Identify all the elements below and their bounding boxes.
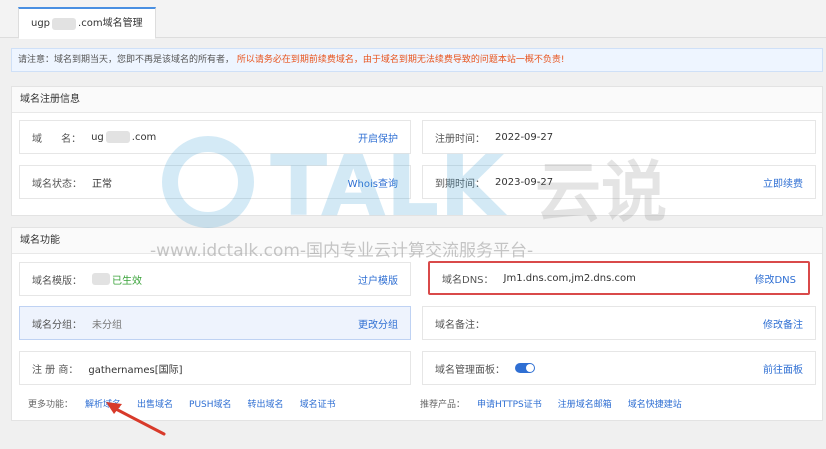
reg-time-label: 注册时间： (435, 133, 485, 145)
domain-status-value: 正常 (92, 178, 112, 190)
domain-name-label: 域 名： (32, 133, 82, 145)
resolve-domain-link[interactable]: 解析域名 (85, 397, 121, 410)
redacted-text (52, 17, 77, 30)
quick-site-link[interactable]: 域名快捷建站 (628, 397, 682, 410)
expiry-notice: 请注意：域名到期当天，您即不再是该域名的所有者， 所以请务必在到期前续费域名，由… (11, 48, 823, 72)
change-group-link[interactable]: 更改分组 (358, 316, 398, 331)
expire-time-row: 到期时间： 2023-09-27 立即续费 (422, 165, 816, 199)
domain-status-row: 域名状态： 正常 Whois查询 (19, 165, 411, 199)
go-to-panel-link[interactable]: 前往面板 (763, 361, 803, 376)
tab-label-suffix: .com域名管理 (78, 17, 143, 29)
domain-status-label: 域名状态： (32, 178, 82, 190)
redacted-text (92, 273, 110, 285)
renew-now-link[interactable]: 立即续费 (763, 175, 803, 190)
registration-title: 域名注册信息 (12, 87, 822, 113)
dns-value: Jm1.dns.com,jm2.dns.com (503, 272, 636, 284)
whois-link[interactable]: Whois查询 (348, 175, 398, 190)
group-value: 未分组 (92, 319, 122, 331)
domain-mailbox-link[interactable]: 注册域名邮箱 (558, 397, 612, 410)
recommended-products: 推荐产品： 申请HTTPS证书 注册域名邮箱 域名快捷建站 (420, 397, 698, 410)
enable-protection-link[interactable]: 开启保护 (358, 130, 398, 145)
https-cert-link[interactable]: 申请HTTPS证书 (477, 397, 542, 410)
more-functions-label: 更多功能： (28, 400, 74, 410)
registrar-value: gathernames[国际] (88, 364, 183, 376)
tab-bar: ugp .com域名管理 (0, 0, 826, 39)
transfer-out-link[interactable]: 转出域名 (248, 397, 284, 410)
notice-warning: 所以请务必在到期前续费域名，由于域名到期无法续费导致的问题本站一概不负责! (236, 55, 565, 65)
functions-title: 域名功能 (12, 228, 822, 254)
domain-certificate-link[interactable]: 域名证书 (300, 397, 336, 410)
group-label: 域名分组： (32, 319, 82, 331)
domain-name-value: ug .com (91, 131, 156, 143)
template-row: 域名模版： 已生效 过户模版 (19, 262, 411, 296)
panel-row: 域名管理面板： 前往面板 (422, 351, 816, 385)
domain-name-row: 域 名： ug .com 开启保护 (19, 120, 411, 154)
template-value: 已生效 (92, 272, 142, 287)
registrar-label: 注 册 商： (32, 364, 79, 376)
push-domain-link[interactable]: PUSH域名 (189, 397, 232, 410)
reg-time-value: 2022-09-27 (495, 131, 554, 143)
redacted-text (105, 131, 130, 143)
registrar-row: 注 册 商： gathernames[国际] (19, 351, 411, 385)
transfer-template-link[interactable]: 过户模版 (358, 272, 398, 287)
template-status: 已生效 (112, 275, 142, 287)
modify-remark-link[interactable]: 修改备注 (763, 316, 803, 331)
notice-text: 请注意：域名到期当天，您即不再是该域名的所有者， (18, 55, 235, 65)
reg-time-row: 注册时间： 2022-09-27 (422, 120, 816, 154)
more-functions: 更多功能： 解析域名 出售域名 PUSH域名 转出域名 域名证书 (28, 397, 352, 410)
panel-label: 域名管理面板： (435, 364, 505, 376)
group-row: 域名分组： 未分组 更改分组 (19, 306, 411, 340)
domain-prefix: ug (91, 131, 104, 143)
expire-time-value: 2023-09-27 (495, 176, 554, 188)
modify-dns-link[interactable]: 修改DNS (754, 271, 796, 286)
dns-label: 域名DNS： (442, 274, 494, 286)
domain-suffix: .com (131, 131, 157, 143)
recommended-label: 推荐产品： (420, 400, 466, 410)
remark-label: 域名备注： (435, 319, 485, 331)
template-label: 域名模版： (32, 275, 82, 287)
tab-domain-management[interactable]: ugp .com域名管理 (18, 7, 156, 39)
sell-domain-link[interactable]: 出售域名 (137, 397, 173, 410)
tab-label-prefix: ugp (31, 17, 51, 29)
remark-row: 域名备注： 修改备注 (422, 306, 816, 340)
dns-row: 域名DNS： Jm1.dns.com,jm2.dns.com 修改DNS (428, 261, 810, 295)
panel-toggle[interactable] (515, 363, 535, 373)
expire-time-label: 到期时间： (435, 178, 485, 190)
